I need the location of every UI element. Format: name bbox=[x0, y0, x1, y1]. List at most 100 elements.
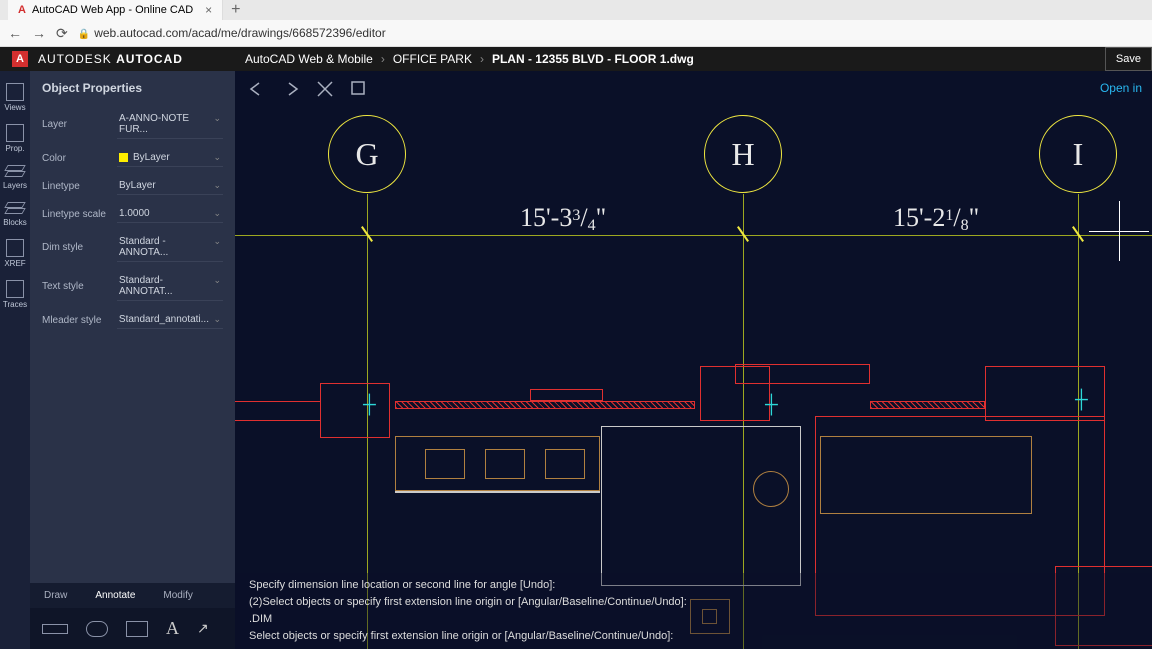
dimension-icon[interactable] bbox=[126, 621, 148, 637]
cabinet bbox=[485, 449, 525, 479]
revision-cloud-icon[interactable] bbox=[86, 621, 108, 637]
chevron-right-icon: › bbox=[381, 52, 385, 66]
forward-button[interactable]: → bbox=[32, 25, 46, 41]
redo-button[interactable] bbox=[281, 79, 301, 99]
cabinet bbox=[545, 449, 585, 479]
undo-button[interactable] bbox=[247, 79, 267, 99]
tab-draw[interactable]: Draw bbox=[30, 583, 81, 608]
chevron-down-icon: ⌄ bbox=[213, 314, 221, 325]
wall bbox=[235, 401, 320, 421]
new-tab-button[interactable]: + bbox=[231, 1, 240, 19]
property-value-dropdown[interactable]: 1.0000⌄ bbox=[117, 205, 223, 223]
properties-icon bbox=[6, 124, 24, 142]
sidebar-item-xref[interactable]: XREF bbox=[4, 233, 25, 274]
views-icon bbox=[6, 83, 24, 101]
dimension-marker: ┼ bbox=[363, 394, 376, 415]
tab-annotate[interactable]: Annotate bbox=[81, 583, 149, 608]
property-value-dropdown[interactable]: Standard_annotati...⌄ bbox=[117, 311, 223, 329]
snap-button[interactable] bbox=[315, 79, 335, 99]
property-value-dropdown[interactable]: Standard-ANNOTAT...⌄ bbox=[117, 272, 223, 301]
property-row: Linetype ByLayer⌄ bbox=[30, 172, 235, 200]
property-label: Text style bbox=[42, 281, 117, 292]
dimension-linear-icon[interactable] bbox=[42, 624, 68, 634]
property-value-dropdown[interactable]: ByLayer⌄ bbox=[117, 177, 223, 195]
open-in-link[interactable]: Open in bbox=[1100, 81, 1142, 95]
dimension-marker: ┼ bbox=[765, 394, 778, 415]
tab-modify[interactable]: Modify bbox=[149, 583, 206, 608]
cabinet bbox=[425, 449, 465, 479]
partition bbox=[601, 426, 801, 586]
brand-label: AUTODESK AUTOCAD bbox=[38, 52, 183, 66]
command-history-line: (2)Select objects or specify first exten… bbox=[249, 594, 1138, 611]
text-tool-icon[interactable]: A bbox=[166, 618, 179, 639]
command-line[interactable]: Specify dimension line location or secon… bbox=[235, 573, 1152, 649]
save-button[interactable]: Save bbox=[1105, 47, 1152, 71]
url-display[interactable]: 🔒web.autocad.com/acad/me/drawings/668572… bbox=[78, 24, 386, 42]
wall bbox=[530, 389, 603, 401]
chevron-down-icon: ⌄ bbox=[213, 236, 221, 247]
layers-icon bbox=[6, 165, 24, 179]
drawing-canvas[interactable]: Open in GHI15'-33/4"15'-21/8" bbox=[235, 71, 1152, 649]
wall bbox=[735, 364, 870, 384]
select-button[interactable] bbox=[349, 79, 369, 99]
property-row: Mleader style Standard_annotati...⌄ bbox=[30, 306, 235, 334]
sidebar-item-blocks[interactable]: Blocks bbox=[3, 196, 27, 233]
chevron-right-icon: › bbox=[480, 52, 484, 66]
sidebar-item-prop[interactable]: Prop. bbox=[5, 118, 24, 159]
dimension-marker: ┼ bbox=[1075, 389, 1088, 410]
tab-title: AutoCAD Web App - Online CAD bbox=[32, 4, 193, 16]
property-row: Layer A-ANNO-NOTE FUR...⌄ bbox=[30, 105, 235, 144]
breadcrumb: AutoCAD Web & Mobile › OFFICE PARK › PLA… bbox=[245, 52, 694, 66]
property-value-dropdown[interactable]: A-ANNO-NOTE FUR...⌄ bbox=[117, 110, 223, 139]
sidebar-item-layers[interactable]: Layers bbox=[3, 159, 27, 196]
grid-bubble: H bbox=[704, 115, 782, 193]
command-history-line: .DIM bbox=[249, 611, 1138, 628]
property-label: Color bbox=[42, 153, 117, 164]
lock-icon: 🔒 bbox=[78, 29, 90, 40]
sidebar-item-traces[interactable]: Traces bbox=[3, 274, 27, 315]
app-favicon-icon: A bbox=[18, 4, 26, 16]
property-label: Layer bbox=[42, 119, 117, 130]
property-label: Mleader style bbox=[42, 315, 117, 326]
reload-button[interactable]: ⟳ bbox=[56, 25, 68, 42]
logo-icon: A bbox=[12, 51, 28, 67]
property-row: Dim style Standard - ANNOTA...⌄ bbox=[30, 228, 235, 267]
partition bbox=[395, 491, 600, 493]
chevron-down-icon: ⌄ bbox=[213, 152, 221, 163]
command-history-line: Specify dimension line location or secon… bbox=[249, 577, 1138, 594]
grid-bubble: I bbox=[1039, 115, 1117, 193]
sidebar-item-views[interactable]: Views bbox=[4, 77, 25, 118]
back-button[interactable]: ← bbox=[8, 25, 22, 41]
xref-icon bbox=[6, 239, 24, 257]
leader-tool-icon[interactable]: ↗ bbox=[197, 620, 209, 637]
breadcrumb-current: PLAN - 12355 BLVD - FLOOR 1.dwg bbox=[492, 52, 694, 66]
traces-icon bbox=[6, 280, 24, 298]
command-history-line: Select objects or specify first extensio… bbox=[249, 628, 1138, 645]
dimension-text: 15'-33/4" bbox=[520, 203, 606, 235]
chevron-down-icon: ⌄ bbox=[213, 113, 221, 124]
breadcrumb-item[interactable]: AutoCAD Web & Mobile bbox=[245, 52, 373, 66]
chevron-down-icon: ⌄ bbox=[213, 275, 221, 286]
panel-title: Object Properties bbox=[30, 71, 235, 105]
property-row: Text style Standard-ANNOTAT...⌄ bbox=[30, 267, 235, 306]
browser-tab[interactable]: A AutoCAD Web App - Online CAD × bbox=[8, 0, 223, 20]
property-row: Color ByLayer⌄ bbox=[30, 144, 235, 172]
breadcrumb-item[interactable]: OFFICE PARK bbox=[393, 52, 472, 66]
wall bbox=[395, 401, 695, 409]
property-label: Linetype bbox=[42, 181, 117, 192]
close-icon[interactable]: × bbox=[205, 3, 212, 17]
property-value-dropdown[interactable]: ByLayer⌄ bbox=[117, 149, 223, 167]
room bbox=[820, 436, 1032, 514]
property-value-dropdown[interactable]: Standard - ANNOTA...⌄ bbox=[117, 233, 223, 262]
grid-line bbox=[235, 235, 1152, 236]
wall bbox=[320, 383, 390, 438]
color-swatch bbox=[119, 153, 128, 162]
chevron-down-icon: ⌄ bbox=[213, 180, 221, 191]
chevron-down-icon: ⌄ bbox=[213, 208, 221, 219]
property-row: Linetype scale 1.0000⌄ bbox=[30, 200, 235, 228]
cursor-crosshair bbox=[1104, 216, 1134, 246]
grid-bubble: G bbox=[328, 115, 406, 193]
properties-panel: Object Properties Layer A-ANNO-NOTE FUR.… bbox=[30, 71, 235, 649]
property-label: Dim style bbox=[42, 242, 117, 253]
property-label: Linetype scale bbox=[42, 209, 117, 220]
